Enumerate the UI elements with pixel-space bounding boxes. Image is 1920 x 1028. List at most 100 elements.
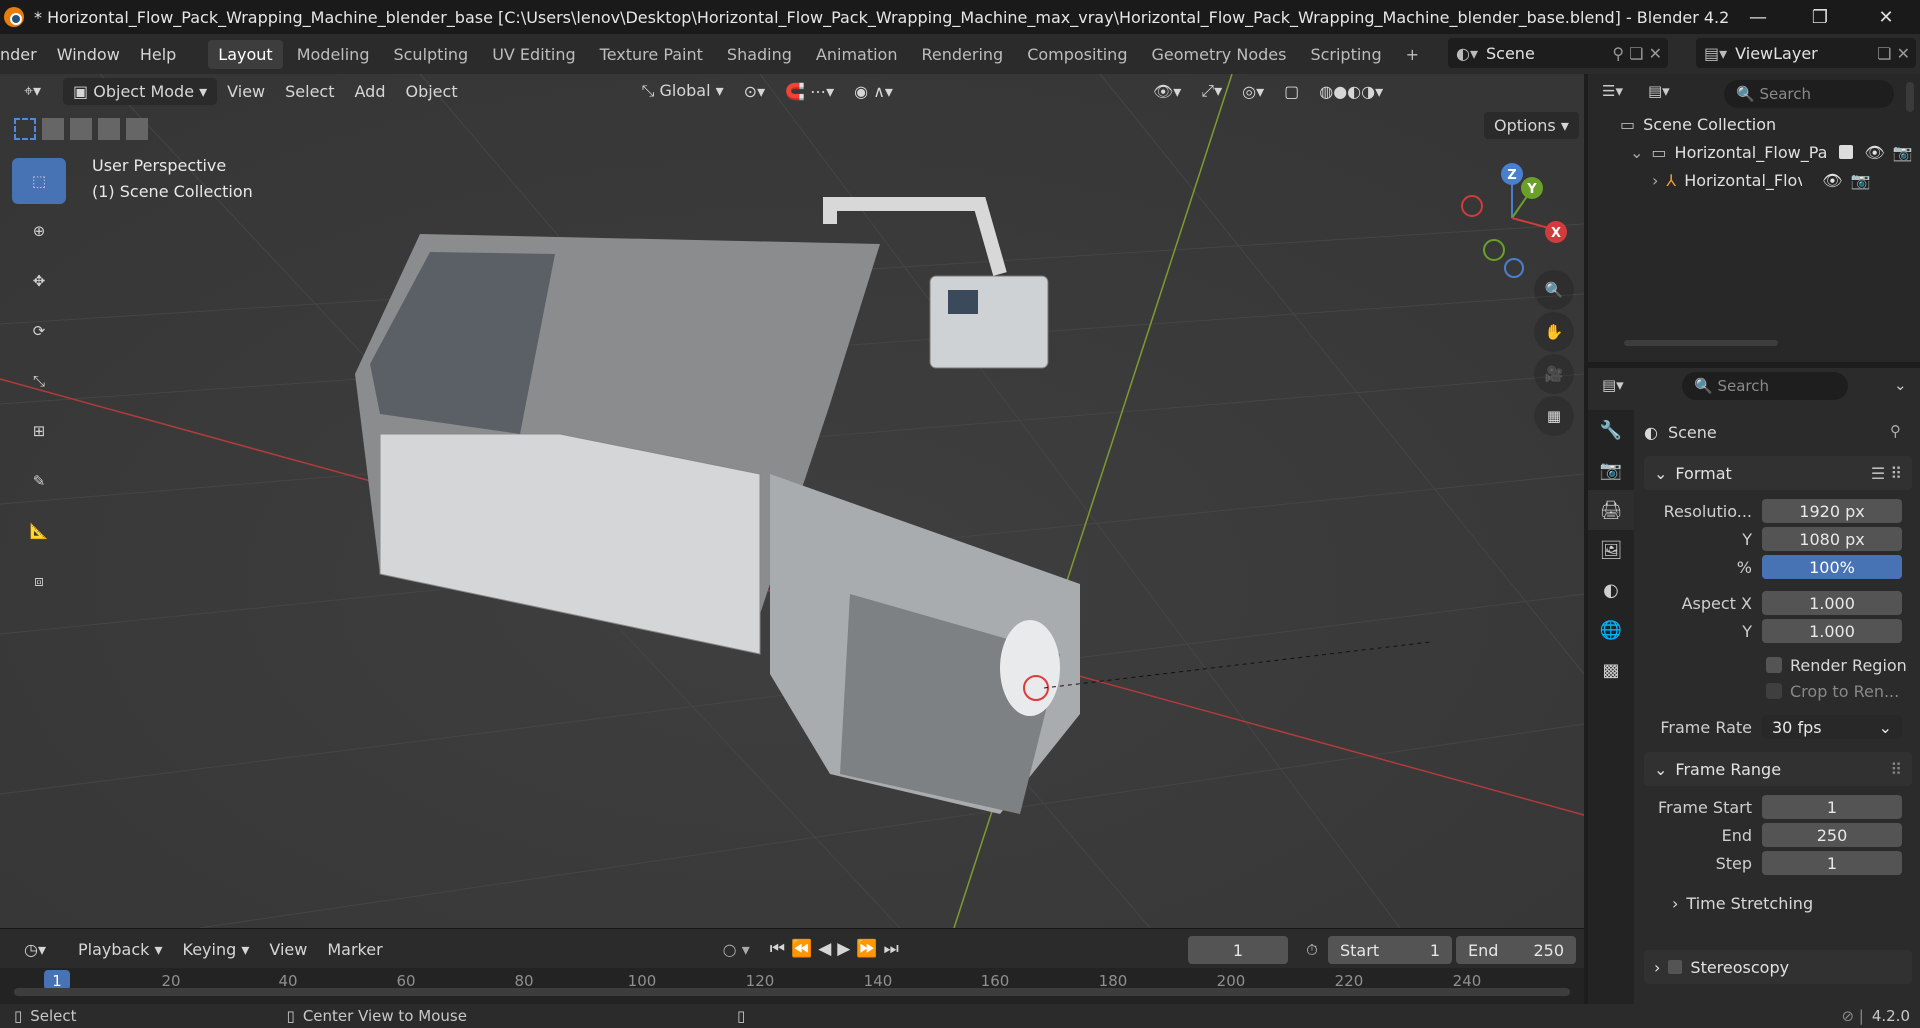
collapse-chevron-icon[interactable]: ⌄	[1630, 143, 1643, 162]
stereoscopy-checkbox[interactable]	[1668, 960, 1683, 974]
outliner-scrollbar[interactable]	[1906, 82, 1914, 112]
tab-sculpting[interactable]: Sculpting	[383, 40, 478, 69]
shading-modes-icon[interactable]: ◍●◐◑▾	[1309, 78, 1393, 105]
close-button[interactable]: ✕	[1856, 0, 1916, 34]
world-tab-icon[interactable]: 🌐	[1588, 610, 1634, 650]
playback-menu[interactable]: Playback ▾	[68, 936, 173, 963]
tab-scripting[interactable]: Scripting	[1300, 40, 1391, 69]
output-tab-icon[interactable]: 🖨	[1588, 490, 1634, 530]
menu-file[interactable]: nder	[0, 45, 47, 64]
gizmo-toggle-icon[interactable]: ⤢▾	[1191, 77, 1232, 105]
aspect-y-field[interactable]: 1.000	[1762, 619, 1902, 643]
expand-chevron-icon[interactable]: ›	[1652, 171, 1658, 190]
pan-hand-icon[interactable]: ✋	[1534, 312, 1574, 352]
properties-options-icon[interactable]: ⌄	[1894, 376, 1907, 394]
outliner-row-collection[interactable]: ⌄ ▭ Horizontal_Flow_Pa 👁 📷	[1588, 138, 1920, 166]
outliner-editor-type-icon[interactable]: ☰▾	[1602, 82, 1623, 100]
timeline-view-menu[interactable]: View	[259, 936, 317, 963]
render-region-checkbox[interactable]	[1766, 657, 1782, 673]
outliner-row-object[interactable]: › ⅄ Horizontal_Flov 👁 📷	[1588, 166, 1920, 194]
menu-window[interactable]: Window	[47, 45, 130, 64]
properties-editor-type-icon[interactable]: ▤▾	[1602, 376, 1624, 394]
resolution-percent-slider[interactable]: 100%	[1762, 555, 1902, 579]
current-frame-field[interactable]: 1	[1188, 936, 1288, 964]
editor-type-icon[interactable]: ⌖▾	[14, 77, 51, 105]
overlay-toggle-icon[interactable]: ◎▾	[1232, 78, 1274, 105]
snap-icon[interactable]: 🧲 ⋯▾	[775, 78, 844, 105]
tab-shading[interactable]: Shading	[717, 40, 802, 69]
tab-geometry-nodes[interactable]: Geometry Nodes	[1141, 40, 1296, 69]
object-menu[interactable]: Object	[395, 78, 467, 105]
eye-icon[interactable]: 👁	[1865, 143, 1885, 162]
cursor-tool-icon[interactable]: ⊕	[12, 208, 66, 254]
xray-icon[interactable]: ▢	[1274, 78, 1309, 105]
eye-icon[interactable]: 👁	[1822, 171, 1842, 190]
navigation-gizmo[interactable]: Z Y X	[1452, 158, 1572, 278]
render-tab-icon[interactable]: 📷	[1588, 450, 1634, 490]
exclude-checkbox[interactable]	[1838, 145, 1853, 159]
camera-icon[interactable]: 📷	[1851, 171, 1871, 190]
properties-search-input[interactable]: 🔍 Search	[1682, 372, 1848, 400]
select-box-icon[interactable]	[14, 118, 36, 140]
drag-handle-icon[interactable]: ⠿	[1890, 760, 1902, 779]
tab-rendering[interactable]: Rendering	[911, 40, 1013, 69]
outliner-h-scrollbar[interactable]	[1624, 340, 1778, 346]
format-panel-header[interactable]: ⌄ Format ☰ ⠿	[1644, 456, 1912, 490]
presets-list-icon[interactable]: ☰ ⠿	[1871, 464, 1902, 483]
add-cube-tool-icon[interactable]: ⧈	[12, 558, 66, 604]
tab-texture-paint[interactable]: Texture Paint	[590, 40, 713, 69]
transform-tool-icon[interactable]: ⊞	[12, 408, 66, 454]
aspect-x-field[interactable]: 1.000	[1762, 591, 1902, 615]
frame-start-field[interactable]: 1	[1762, 795, 1902, 819]
resolution-y-field[interactable]: 1080 px	[1762, 527, 1902, 551]
auto-keying-icon[interactable]: ○ ▾	[713, 936, 760, 963]
minimize-button[interactable]: —	[1728, 0, 1788, 34]
texture-tab-icon[interactable]: ▩	[1588, 650, 1634, 690]
select-extend-icon[interactable]	[42, 118, 64, 140]
select-menu[interactable]: Select	[275, 78, 344, 105]
resolution-x-field[interactable]: 1920 px	[1762, 499, 1902, 523]
transform-orientation[interactable]: ⤡ Global ▾	[632, 77, 734, 105]
view-layer-actions-icon[interactable]: ❏ ✕	[1877, 44, 1916, 63]
scale-tool-icon[interactable]: ⤡	[12, 358, 66, 404]
3d-viewport[interactable]: ⌖▾ ▣ Object Mode ▾ View Select Add Objec…	[0, 74, 1584, 928]
move-tool-icon[interactable]: ✥	[12, 258, 66, 304]
stopwatch-icon[interactable]: ⏱	[1298, 936, 1326, 964]
frame-step-field[interactable]: 1	[1762, 851, 1902, 875]
frame-rate-dropdown[interactable]: 30 fps ⌄	[1762, 715, 1902, 739]
frame-end-field[interactable]: 250	[1762, 823, 1902, 847]
playback-controls-icon[interactable]: ⏮⏪◀▶⏩⏭	[760, 935, 915, 963]
select-mode-icons[interactable]	[14, 118, 148, 140]
tab-modeling[interactable]: Modeling	[287, 40, 380, 69]
maximize-button[interactable]: ❐	[1790, 0, 1850, 34]
measure-tool-icon[interactable]: 📐	[12, 508, 66, 554]
perspective-toggle-icon[interactable]: ▦	[1534, 396, 1574, 436]
render-region-row[interactable]: Render Region	[1644, 652, 1912, 678]
end-frame-field[interactable]: End 250	[1456, 936, 1576, 964]
tab-compositing[interactable]: Compositing	[1017, 40, 1137, 69]
timeline-editor-type-icon[interactable]: ◷▾	[14, 936, 56, 963]
options-dropdown[interactable]: Options ▾	[1484, 112, 1579, 139]
scene-selector[interactable]: ◐▾ Scene ⚲ ❏ ✕	[1448, 38, 1668, 68]
annotate-tool-icon[interactable]: ✎	[12, 458, 66, 504]
view-menu[interactable]: View	[217, 78, 275, 105]
add-workspace-icon[interactable]: +	[1396, 40, 1429, 69]
marker-menu[interactable]: Marker	[317, 936, 392, 963]
stereoscopy-panel-header[interactable]: › Stereoscopy	[1644, 950, 1912, 984]
select-invert-icon[interactable]	[98, 118, 120, 140]
display-mode-icon[interactable]: ▤▾	[1648, 82, 1670, 100]
timeline-ruler[interactable]: 1 20 40 60 80 100 120 140 160 180 200 22…	[0, 968, 1584, 1004]
tab-layout[interactable]: Layout	[208, 39, 283, 69]
scene-collection-row[interactable]: ▭ Scene Collection	[1588, 110, 1776, 138]
proportional-edit-icon[interactable]: ◉ ∧▾	[844, 78, 903, 105]
select-tool-icon[interactable]: ⬚	[12, 158, 66, 204]
crop-row[interactable]: Crop to Ren...	[1644, 678, 1912, 704]
pin-icon[interactable]: ⚲ ❏ ✕	[1612, 44, 1668, 63]
tool-tab-icon[interactable]: 🔧	[1588, 410, 1634, 450]
outliner-search-input[interactable]: 🔍 Search	[1724, 80, 1894, 108]
camera-icon[interactable]: 📷	[1893, 143, 1913, 162]
scene-tab-icon[interactable]: ◐	[1588, 570, 1634, 610]
view-layer-selector[interactable]: ▤▾ ViewLayer ❏ ✕	[1696, 38, 1916, 68]
pin-icon[interactable]: ⚲	[1890, 422, 1901, 440]
rotate-tool-icon[interactable]: ⟳	[12, 308, 66, 354]
